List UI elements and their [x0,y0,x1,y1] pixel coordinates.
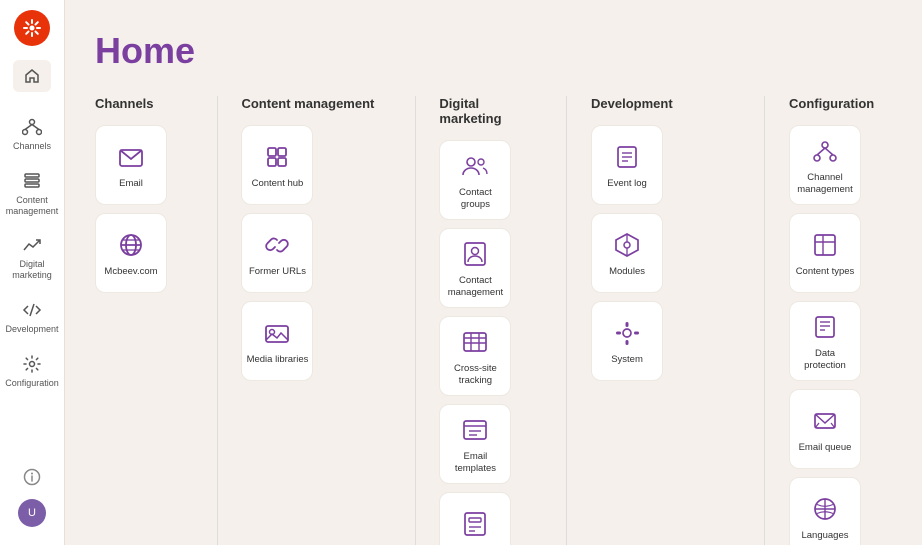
sidebar-item-configuration[interactable]: Configuration [3,345,61,397]
event-log-icon [611,141,643,173]
card-email-queue[interactable]: Email queue [789,389,861,469]
card-contact-groups-label: Contact groups [444,187,506,210]
sections-row: Channels Email [95,96,892,545]
card-languages[interactable]: Languages [789,477,861,545]
sidebar-item-channels-label: Channels [13,141,51,152]
card-languages-label: Languages [801,530,848,541]
section-development: Development Event log [591,96,740,381]
card-content-types[interactable]: Content types [789,213,861,293]
system-icon [611,317,643,349]
home-button[interactable] [13,60,51,92]
card-email-queue-label: Email queue [799,442,852,453]
card-mcbeev[interactable]: Mcbeev.com [95,213,167,293]
media-icon [261,317,293,349]
divider-3 [566,96,567,545]
development-icon [21,299,43,321]
content-types-icon [809,229,841,261]
sidebar-item-development-label: Development [5,324,58,335]
contact-groups-icon [459,150,491,182]
card-data-protection-label: Data protection [794,348,856,371]
tracking-icon [459,326,491,358]
section-channels: Channels Email [95,96,193,293]
divider-1 [217,96,218,545]
content-hub-icon [261,141,293,173]
forms-icon [459,508,491,540]
card-media-libraries[interactable]: Media libraries [241,301,313,381]
card-email-templates-label: Email templates [444,451,506,474]
modules-icon [611,229,643,261]
card-channel-management[interactable]: Channel management [789,125,861,205]
card-mcbeev-label: Mcbeev.com [104,266,157,277]
sidebar-bottom: U [18,463,46,535]
sidebar-item-channels[interactable]: Channels [3,108,61,160]
card-channel-mgmt-label: Channel management [794,172,856,195]
channels-icon [21,116,43,138]
card-contact-management[interactable]: Contact management [439,228,511,308]
content-cards: Content hub Former URLs [241,125,390,381]
card-forms[interactable]: Forms [439,492,511,545]
content-management-icon [21,170,43,192]
card-contact-mgmt-label: Contact management [444,275,506,298]
former-urls-icon [261,229,293,261]
globe-icon [115,229,147,261]
section-digital-title: Digital marketing [439,96,542,126]
email-queue-icon [809,405,841,437]
languages-icon [809,493,841,525]
sidebar-logo[interactable] [14,10,50,46]
data-protection-icon [809,311,841,343]
card-system-label: System [611,354,643,365]
configuration-icon [21,353,43,375]
card-email[interactable]: Email [95,125,167,205]
email-icon [115,141,147,173]
section-digital-marketing: Digital marketing Contact groups [439,96,542,545]
sidebar-item-configuration-label: Configuration [5,378,59,389]
digital-marketing-icon [21,234,43,256]
config-cards: Channel management Content types [789,125,892,545]
development-cards: Event log Modules [591,125,740,381]
section-content-management: Content management Content hub [241,96,390,381]
divider-4 [764,96,765,545]
page-title: Home [95,30,892,72]
card-content-hub[interactable]: Content hub [241,125,313,205]
info-icon[interactable] [18,463,46,491]
section-configuration: Configuration Channel management [789,96,892,545]
sidebar-item-content-management[interactable]: Content management [3,162,61,225]
divider-2 [415,96,416,545]
sidebar-item-development[interactable]: Development [3,291,61,343]
channels-cards: Email Mcbeev.com [95,125,193,293]
main-content: Home Channels Email [65,0,922,545]
section-dev-title: Development [591,96,740,111]
card-email-label: Email [119,178,143,189]
user-avatar[interactable]: U [18,499,46,527]
card-system[interactable]: System [591,301,663,381]
card-former-urls-label: Former URLs [249,266,306,277]
card-content-hub-label: Content hub [252,178,304,189]
sidebar: Channels Content management Digital mark… [0,0,65,545]
sidebar-item-digital-marketing[interactable]: Digital marketing [3,226,61,289]
email-templates-icon [459,414,491,446]
card-former-urls[interactable]: Former URLs [241,213,313,293]
card-email-templates[interactable]: Email templates [439,404,511,484]
card-media-label: Media libraries [247,354,309,365]
sidebar-item-digital-label: Digital marketing [7,259,57,281]
digital-cards: Contact groups Contact management [439,140,542,545]
section-config-title: Configuration [789,96,892,111]
channel-mgmt-icon [809,135,841,167]
card-cross-site-tracking[interactable]: Cross-site tracking [439,316,511,396]
sidebar-item-content-label: Content management [6,195,59,217]
card-data-protection[interactable]: Data protection [789,301,861,381]
section-content-title: Content management [241,96,390,111]
card-contact-groups[interactable]: Contact groups [439,140,511,220]
section-channels-title: Channels [95,96,193,111]
card-modules-label: Modules [609,266,645,277]
card-cross-site-label: Cross-site tracking [444,363,506,386]
contact-mgmt-icon [459,238,491,270]
card-event-log-label: Event log [607,178,647,189]
card-event-log[interactable]: Event log [591,125,663,205]
card-modules[interactable]: Modules [591,213,663,293]
card-content-types-label: Content types [796,266,855,277]
